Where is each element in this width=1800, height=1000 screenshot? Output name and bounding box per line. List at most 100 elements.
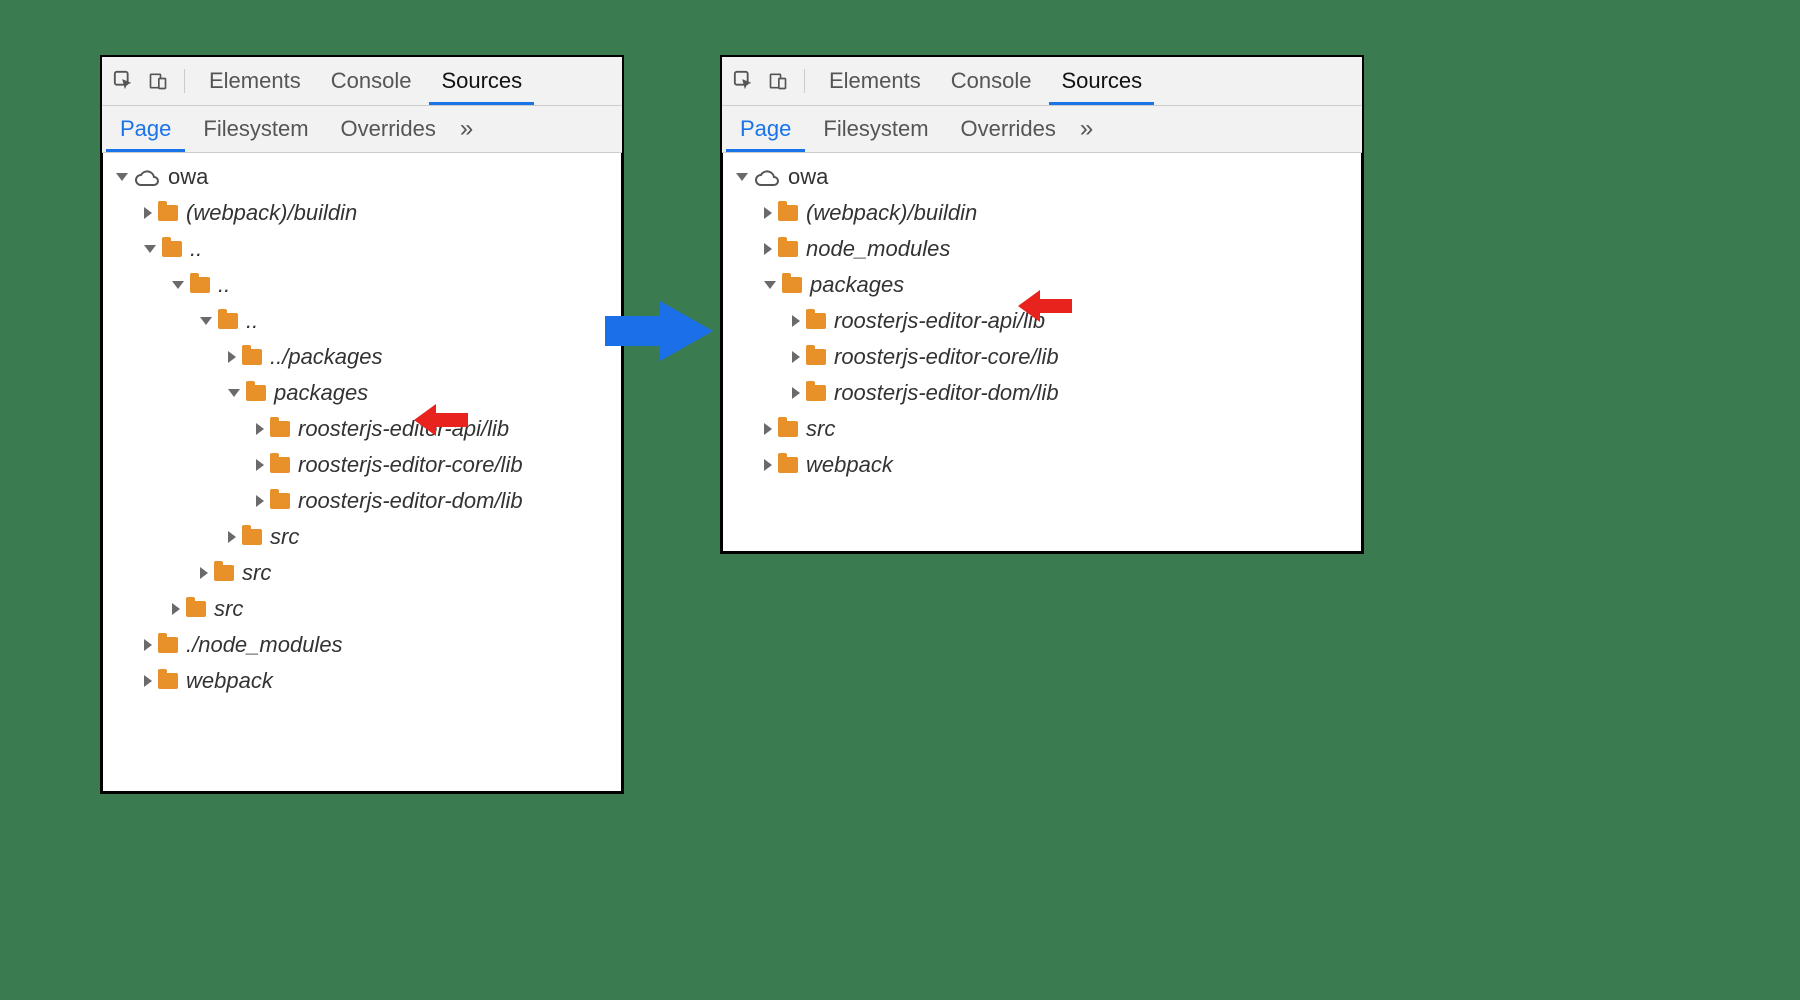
tree-root[interactable]: owa: [722, 159, 1362, 195]
tree-item[interactable]: webpack: [722, 447, 1362, 483]
tree-item[interactable]: roosterjs-editor-api/lib: [102, 411, 622, 447]
chevron-right-icon: [764, 207, 772, 219]
folder-icon: [214, 565, 234, 581]
tab-console[interactable]: Console: [939, 57, 1044, 105]
chevron-down-icon: [764, 281, 776, 289]
tree-item-label: roosterjs-editor-api/lib: [834, 308, 1045, 334]
tree-item[interactable]: src: [102, 591, 622, 627]
top-tabs: Elements Console Sources: [722, 57, 1362, 106]
tree-item-label: roosterjs-editor-api/lib: [298, 416, 509, 442]
chevron-right-icon: [200, 567, 208, 579]
sources-sub-tabs: Page Filesystem Overrides »: [102, 106, 622, 153]
tree-item[interactable]: src: [102, 519, 622, 555]
sources-sub-tabs: Page Filesystem Overrides »: [722, 106, 1362, 153]
tree-item[interactable]: roosterjs-editor-core/lib: [102, 447, 622, 483]
tree-root-label: owa: [788, 164, 828, 190]
highlight-arrow-right-icon: [1016, 288, 1072, 324]
tree-item-label: packages: [274, 380, 368, 406]
tree-item[interactable]: roosterjs-editor-core/lib: [722, 339, 1362, 375]
subtab-page[interactable]: Page: [106, 106, 185, 152]
folder-icon: [246, 385, 266, 401]
tree-item-label: roosterjs-editor-core/lib: [834, 344, 1059, 370]
device-toggle-icon[interactable]: [144, 67, 172, 95]
folder-icon: [806, 313, 826, 329]
tree-item[interactable]: ..: [102, 267, 622, 303]
tree-item[interactable]: roosterjs-editor-dom/lib: [102, 483, 622, 519]
tree-item[interactable]: ../packages: [102, 339, 622, 375]
tree-item[interactable]: (webpack)/buildin: [722, 195, 1362, 231]
device-toggle-icon[interactable]: [764, 67, 792, 95]
tree-item[interactable]: src: [722, 411, 1362, 447]
tree-item[interactable]: webpack: [102, 663, 622, 699]
tree-item[interactable]: node_modules: [722, 231, 1362, 267]
tree-item-label: ../packages: [270, 344, 383, 370]
cloud-icon: [134, 168, 160, 186]
chevron-right-icon: [228, 531, 236, 543]
inspect-element-icon[interactable]: [730, 67, 758, 95]
folder-icon: [778, 421, 798, 437]
tree-item-packages[interactable]: packages: [102, 375, 622, 411]
folder-icon: [162, 241, 182, 257]
sources-tree-before: owa (webpack)/buildin .. .. ..: [102, 153, 622, 792]
folder-icon: [270, 457, 290, 473]
chevron-right-icon: [764, 459, 772, 471]
tab-sources[interactable]: Sources: [1049, 57, 1154, 105]
tree-item[interactable]: ..: [102, 231, 622, 267]
tree-item-label: ..: [218, 272, 230, 298]
folder-icon: [190, 277, 210, 293]
folder-icon: [242, 349, 262, 365]
tree-item-label: packages: [810, 272, 904, 298]
devtools-panel-before: Elements Console Sources Page Filesystem…: [100, 55, 624, 794]
tab-elements[interactable]: Elements: [817, 57, 933, 105]
chevron-right-icon: [256, 495, 264, 507]
folder-icon: [270, 493, 290, 509]
folder-icon: [778, 241, 798, 257]
tree-item-label: src: [270, 524, 299, 550]
folder-icon: [270, 421, 290, 437]
folder-icon: [158, 637, 178, 653]
tree-item-label: (webpack)/buildin: [186, 200, 357, 226]
tree-item-label: webpack: [806, 452, 893, 478]
highlight-arrow-left-icon: [412, 402, 468, 438]
tree-item[interactable]: ..: [102, 303, 622, 339]
subtab-filesystem[interactable]: Filesystem: [809, 106, 942, 152]
chevron-down-icon: [228, 389, 240, 397]
cloud-icon: [754, 168, 780, 186]
subtab-filesystem[interactable]: Filesystem: [189, 106, 322, 152]
chevron-down-icon: [172, 281, 184, 289]
chevron-right-icon: [764, 423, 772, 435]
chevron-right-icon: [792, 315, 800, 327]
tab-sources[interactable]: Sources: [429, 57, 534, 105]
tree-item[interactable]: ./node_modules: [102, 627, 622, 663]
chevron-right-icon: [228, 351, 236, 363]
subtab-overrides[interactable]: Overrides: [947, 106, 1070, 152]
folder-icon: [782, 277, 802, 293]
subtab-page[interactable]: Page: [726, 106, 805, 152]
tree-item[interactable]: roosterjs-editor-dom/lib: [722, 375, 1362, 411]
folder-icon: [158, 205, 178, 221]
chevron-right-icon: [256, 459, 264, 471]
transition-arrow-icon: [605, 296, 715, 366]
tree-root-label: owa: [168, 164, 208, 190]
tree-item-label: webpack: [186, 668, 273, 694]
chevron-right-icon: [144, 639, 152, 651]
inspect-element-icon[interactable]: [110, 67, 138, 95]
tree-root[interactable]: owa: [102, 159, 622, 195]
tree-item[interactable]: src: [102, 555, 622, 591]
folder-icon: [778, 457, 798, 473]
more-tabs-chevron-icon[interactable]: »: [454, 115, 479, 143]
more-tabs-chevron-icon[interactable]: »: [1074, 115, 1099, 143]
tree-item-label: roosterjs-editor-dom/lib: [834, 380, 1059, 406]
tab-console[interactable]: Console: [319, 57, 424, 105]
chevron-down-icon: [200, 317, 212, 325]
tab-elements[interactable]: Elements: [197, 57, 313, 105]
separator: [184, 69, 185, 93]
chevron-right-icon: [172, 603, 180, 615]
subtab-overrides[interactable]: Overrides: [327, 106, 450, 152]
chevron-right-icon: [144, 675, 152, 687]
top-tabs: Elements Console Sources: [102, 57, 622, 106]
tree-item[interactable]: (webpack)/buildin: [102, 195, 622, 231]
tree-item-label: src: [242, 560, 271, 586]
folder-icon: [778, 205, 798, 221]
tree-item-label: node_modules: [806, 236, 950, 262]
